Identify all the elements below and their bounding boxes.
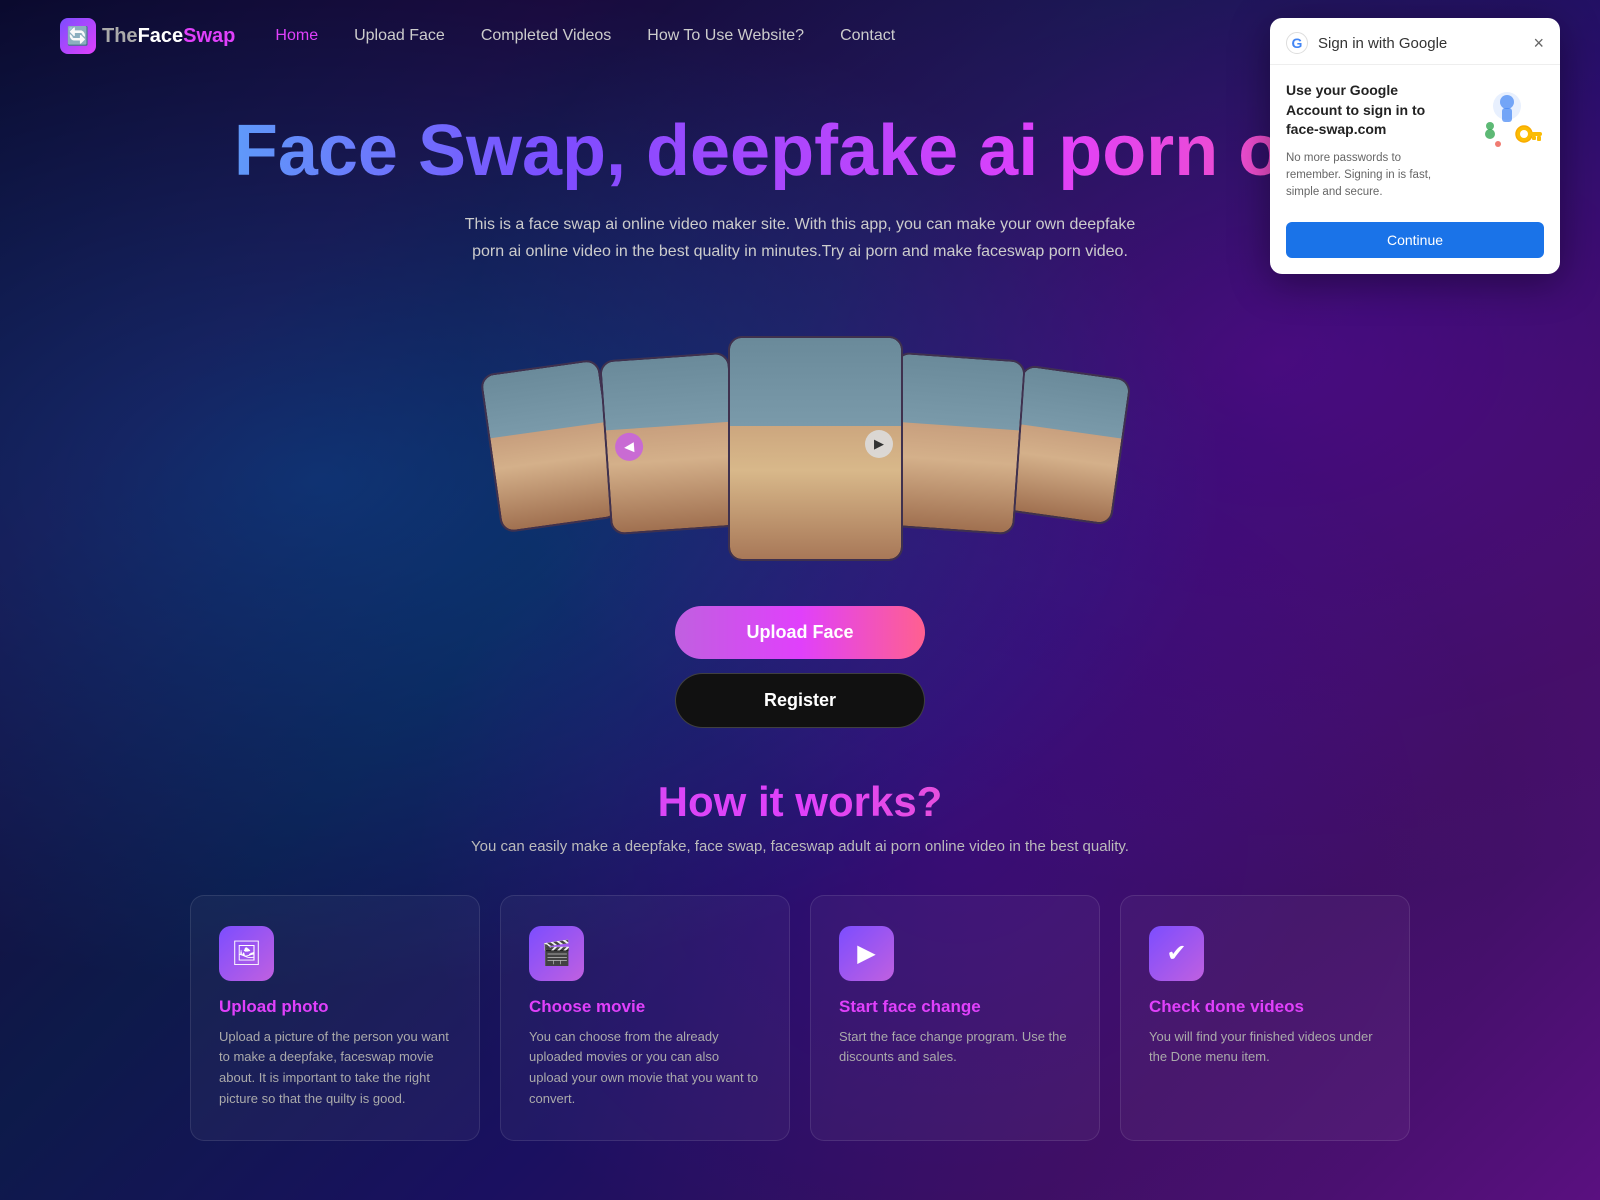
- how-it-works-section: How it works? You can easily make a deep…: [0, 758, 1600, 1181]
- popup-header-left: G Sign in with Google: [1286, 32, 1447, 54]
- choose-movie-desc: You can choose from the already uploaded…: [529, 1027, 761, 1110]
- check-done-videos-title: Check done videos: [1149, 997, 1381, 1017]
- start-face-change-desc: Start the face change program. Use the d…: [839, 1027, 1071, 1069]
- choose-movie-title: Choose movie: [529, 997, 761, 1017]
- cta-section: Upload Face Register: [0, 606, 1600, 728]
- google-signin-popup: G Sign in with Google × Use your Google …: [1270, 18, 1560, 274]
- upload-face-button[interactable]: Upload Face: [675, 606, 925, 659]
- upload-photo-icon: 🖼: [219, 926, 274, 981]
- popup-header: G Sign in with Google ×: [1270, 18, 1560, 65]
- choose-movie-icon: 🎬: [529, 926, 584, 981]
- face-card-2: ◀: [599, 351, 741, 535]
- nav-home[interactable]: Home: [275, 27, 318, 45]
- nav-completed-videos[interactable]: Completed Videos: [481, 27, 611, 45]
- face-carousel: ◀ ▶: [200, 316, 1400, 596]
- upload-photo-desc: Upload a picture of the person you want …: [219, 1027, 451, 1110]
- start-face-change-icon: ▶: [839, 926, 894, 981]
- hero-subtitle: This is a face swap ai online video make…: [460, 211, 1140, 265]
- popup-body: Use your Google Account to sign in to fa…: [1270, 65, 1560, 222]
- register-button[interactable]: Register: [675, 673, 925, 728]
- feature-card-start-face-change: ▶ Start face change Start the face chang…: [810, 895, 1100, 1141]
- check-done-videos-desc: You will find your finished videos under…: [1149, 1027, 1381, 1069]
- check-done-videos-icon: ✔: [1149, 926, 1204, 981]
- feature-card-check-done-videos: ✔ Check done videos You will find your f…: [1120, 895, 1410, 1141]
- nav-upload-face[interactable]: Upload Face: [354, 27, 445, 45]
- feature-cards-row: 🖼 Upload photo Upload a picture of the p…: [60, 895, 1540, 1141]
- face-card-4: [884, 351, 1026, 535]
- logo-icon: 🔄: [60, 18, 96, 54]
- key-illustration-icon: [1472, 86, 1542, 156]
- how-it-works-subtitle: You can easily make a deepfake, face swa…: [60, 838, 1540, 855]
- google-continue-button[interactable]: Continue: [1286, 222, 1544, 258]
- google-logo: G: [1286, 32, 1308, 54]
- popup-text: Use your Google Account to sign in to fa…: [1286, 81, 1457, 202]
- nav-links: Home Upload Face Completed Videos How To…: [275, 27, 895, 45]
- logo[interactable]: 🔄 TheFaceSwap: [60, 18, 235, 54]
- feature-card-choose-movie: 🎬 Choose movie You can choose from the a…: [500, 895, 790, 1141]
- popup-close-button[interactable]: ×: [1533, 34, 1544, 52]
- nav-how-to-use[interactable]: How To Use Website?: [647, 27, 804, 45]
- carousel-next[interactable]: ▶: [865, 430, 893, 458]
- popup-sub-text: No more passwords to remember. Signing i…: [1286, 150, 1457, 202]
- how-it-works-title: How it works?: [60, 778, 1540, 826]
- nav-contact[interactable]: Contact: [840, 27, 895, 45]
- popup-footer: Continue: [1270, 222, 1560, 274]
- popup-header-title: Sign in with Google: [1318, 35, 1447, 52]
- face-card-1: [479, 358, 620, 533]
- face-card-3: ▶: [728, 336, 903, 561]
- start-face-change-title: Start face change: [839, 997, 1071, 1017]
- popup-main-text: Use your Google Account to sign in to fa…: [1286, 81, 1457, 140]
- logo-text: TheFaceSwap: [102, 25, 235, 48]
- feature-card-upload-photo: 🖼 Upload photo Upload a picture of the p…: [190, 895, 480, 1141]
- upload-photo-title: Upload photo: [219, 997, 451, 1017]
- popup-illustration: [1469, 81, 1544, 202]
